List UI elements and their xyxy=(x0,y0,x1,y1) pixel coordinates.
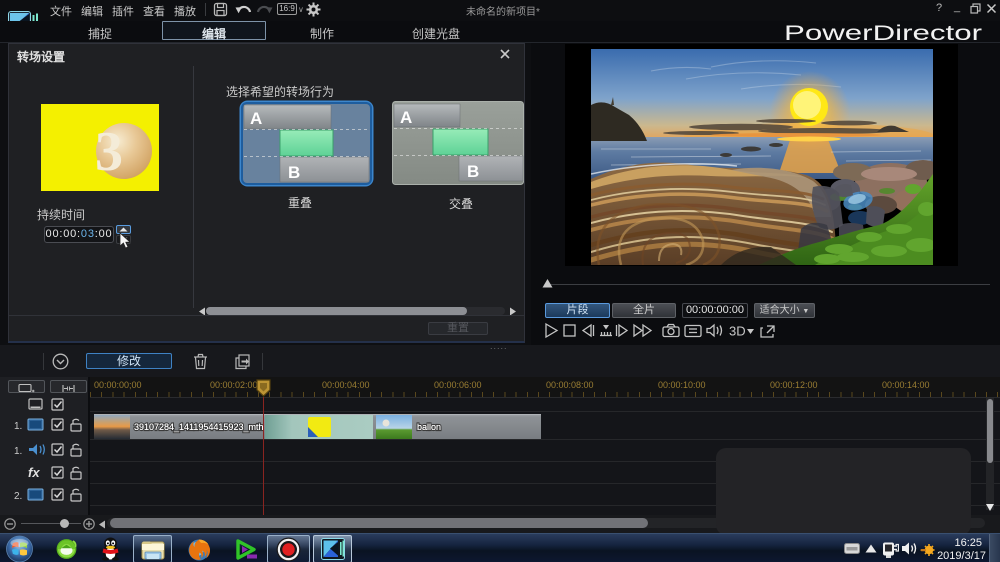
svg-text:PowerDirector: PowerDirector xyxy=(784,23,982,44)
svg-text:B: B xyxy=(288,163,300,182)
svg-text:3D: 3D xyxy=(729,324,746,339)
svg-text:fx: fx xyxy=(28,465,40,480)
svg-text:A: A xyxy=(400,108,412,127)
svg-text:39107284_1411954415923_mth: 39107284_1411954415923_mth xyxy=(134,422,263,432)
svg-text:ballon: ballon xyxy=(417,422,441,432)
svg-text:2.: 2. xyxy=(14,491,22,502)
svg-text:A: A xyxy=(250,109,262,128)
svg-text:1.: 1. xyxy=(14,446,22,457)
svg-text:B: B xyxy=(467,162,479,181)
svg-text:1.: 1. xyxy=(14,421,22,432)
svg-text:3: 3 xyxy=(95,121,123,183)
